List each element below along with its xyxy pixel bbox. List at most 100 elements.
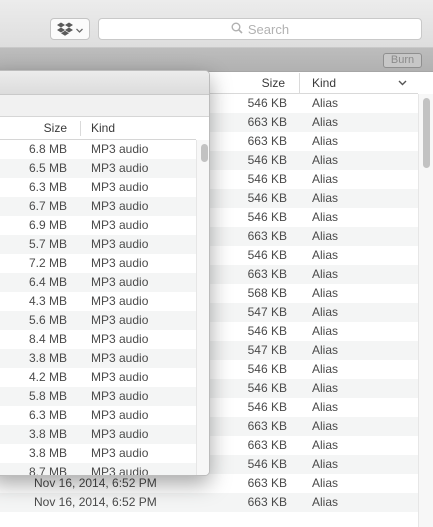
back-list-scrollbar[interactable] [418,94,433,527]
list-item[interactable]: 5.7 MB MP3 audio [0,235,196,254]
file-kind: MP3 audio [91,427,149,441]
file-kind: MP3 audio [91,446,149,460]
file-kind: MP3 audio [91,408,149,422]
file-kind: Alias [312,343,339,357]
column-header-kind[interactable]: Kind [91,117,115,140]
file-kind: Alias [312,495,339,509]
search-icon [231,22,248,37]
file-kind: MP3 audio [91,142,149,156]
column-header-size[interactable]: Size [240,73,300,94]
date-modified: Nov 16, 2014, 6:52 PM [34,495,157,509]
file-kind: Alias [312,191,339,205]
list-item[interactable]: 6.4 MB MP3 audio [0,273,196,292]
file-kind: Alias [312,248,339,262]
file-kind: MP3 audio [91,237,149,251]
front-file-list: 6.8 MB MP3 audio 6.5 MB MP3 audio 6.3 MB… [0,140,196,476]
file-size: 546 KB [247,400,287,414]
file-size: 6.3 MB [28,180,67,194]
file-kind: MP3 audio [91,161,149,175]
list-item[interactable]: Nov 16, 2014, 6:52 PM 663 KB Alias [0,474,418,493]
file-size: 6.7 MB [28,199,67,213]
list-item[interactable]: 7.2 MB MP3 audio [0,254,196,273]
file-size: 546 KB [247,191,287,205]
dropbox-icon [57,22,73,39]
column-header-size[interactable]: Size [1,117,67,140]
column-divider[interactable] [80,121,81,136]
list-item[interactable]: 8.4 MB MP3 audio [0,330,196,349]
file-kind: Alias [312,400,339,414]
list-item[interactable]: 3.8 MB MP3 audio [0,425,196,444]
front-list-scrollbar[interactable] [196,140,209,475]
file-size: 546 KB [247,153,287,167]
file-size: 547 KB [247,305,287,319]
search-field[interactable]: Search [98,18,422,40]
file-size: 6.4 MB [28,275,67,289]
file-size: 546 KB [247,248,287,262]
file-size: 663 KB [247,267,287,281]
list-item[interactable]: 3.8 MB MP3 audio [0,444,196,463]
scrollbar-thumb[interactable] [423,98,430,168]
file-size: 663 KB [247,134,287,148]
file-kind: Alias [312,476,339,490]
burn-button[interactable]: Burn [383,53,422,68]
file-size: 663 KB [247,229,287,243]
file-size: 546 KB [247,172,287,186]
chevron-down-icon [75,24,84,38]
file-size: 4.3 MB [28,294,67,308]
file-kind: MP3 audio [91,389,149,403]
scrollbar-thumb[interactable] [201,144,208,162]
file-kind: MP3 audio [91,256,149,270]
window-toolbar-strip [0,95,209,117]
window-titlebar[interactable] [0,71,209,95]
list-item[interactable]: 8.7 MB MP3 audio [0,463,196,476]
list-item[interactable]: 6.9 MB MP3 audio [0,216,196,235]
list-item[interactable]: 4.3 MB MP3 audio [0,292,196,311]
file-kind: Alias [312,229,339,243]
file-kind: Alias [312,457,339,471]
file-size: 5.8 MB [28,389,67,403]
list-item[interactable]: Nov 16, 2014, 6:52 PM 663 KB Alias [0,493,418,512]
file-kind: Alias [312,362,339,376]
file-size: 547 KB [247,343,287,357]
search-placeholder: Search [247,21,290,37]
list-item[interactable]: 6.3 MB MP3 audio [0,178,196,197]
list-item[interactable]: 5.8 MB MP3 audio [0,387,196,406]
list-item[interactable]: 6.7 MB MP3 audio [0,197,196,216]
file-size: 3.8 MB [28,446,67,460]
file-size: 663 KB [247,419,287,433]
file-kind: MP3 audio [91,351,149,365]
list-item[interactable]: 6.8 MB MP3 audio [0,140,196,159]
file-kind: Alias [312,210,339,224]
file-size: 7.2 MB [28,256,67,270]
file-size: 663 KB [247,476,287,490]
file-kind: Alias [312,96,339,110]
file-kind: MP3 audio [91,180,149,194]
dropbox-menu-button[interactable] [50,18,90,40]
date-modified: Nov 16, 2014, 6:52 PM [34,476,157,490]
front-list-header: Size Kind [0,117,196,140]
list-item[interactable]: 5.6 MB MP3 audio [0,311,196,330]
file-kind: Alias [312,172,339,186]
file-kind: MP3 audio [91,294,149,308]
file-kind: MP3 audio [91,275,149,289]
file-kind: MP3 audio [91,332,149,346]
file-kind: Alias [312,134,339,148]
file-size: 546 KB [247,324,287,338]
list-item[interactable]: 6.5 MB MP3 audio [0,159,196,178]
file-size: 546 KB [247,381,287,395]
file-size: 663 KB [247,115,287,129]
file-size: 8.7 MB [28,465,67,476]
file-size: 6.5 MB [28,161,67,175]
file-kind: MP3 audio [91,218,149,232]
file-kind: Alias [312,438,339,452]
column-header-kind[interactable]: Kind [312,73,336,94]
list-item[interactable]: 3.8 MB MP3 audio [0,349,196,368]
list-item[interactable]: 6.3 MB MP3 audio [0,406,196,425]
file-size: 546 KB [247,210,287,224]
list-item[interactable]: 4.2 MB MP3 audio [0,368,196,387]
file-size: 568 KB [247,286,287,300]
chevron-down-icon[interactable] [397,77,408,91]
file-kind: Alias [312,286,339,300]
file-kind: MP3 audio [91,199,149,213]
file-size: 3.8 MB [28,351,67,365]
